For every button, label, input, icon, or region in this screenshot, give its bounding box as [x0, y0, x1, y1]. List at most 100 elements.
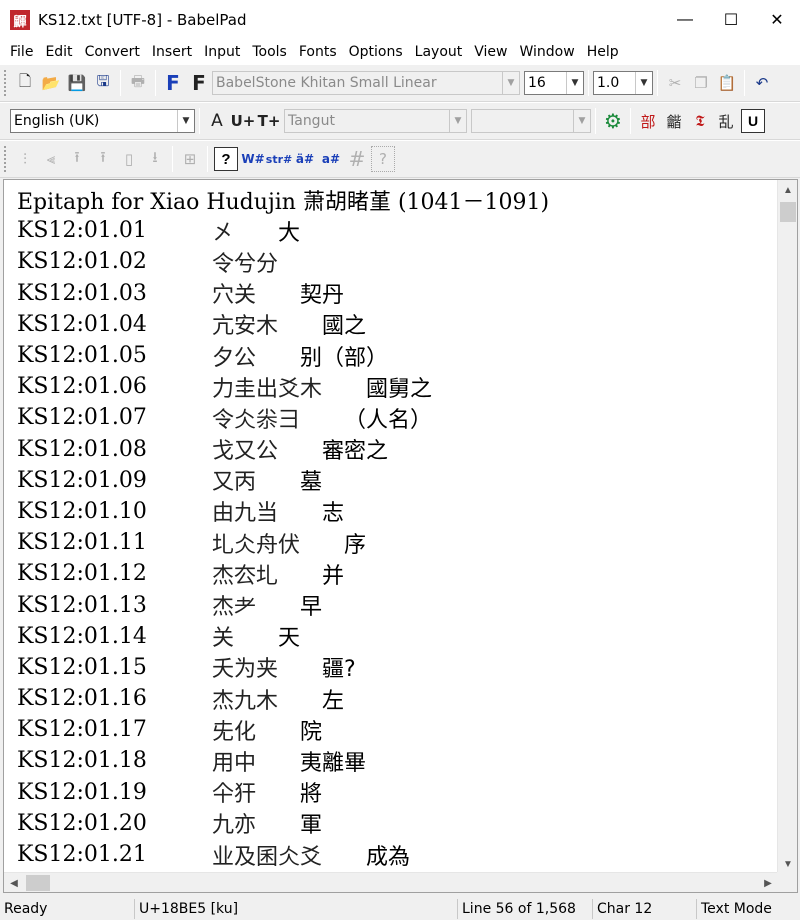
menu-layout[interactable]: Layout [409, 44, 469, 60]
chevron-down-icon[interactable]: ▼ [502, 72, 519, 94]
han-gloss: 天 [278, 626, 301, 652]
line-code: KS12:01.10 [17, 498, 147, 524]
toolbar-grip[interactable] [4, 70, 9, 96]
scroll-thumb[interactable] [26, 875, 50, 891]
cjk-lookup-button[interactable]: 龤 [662, 108, 686, 134]
menu-edit[interactable]: Edit [39, 44, 78, 60]
help-query-button[interactable]: ? [214, 147, 238, 171]
horizontal-scrollbar[interactable]: ◀ ▶ [4, 872, 778, 892]
new-file-icon[interactable]: 🗋 [13, 70, 37, 96]
editor-text-area[interactable]: Epitaph for Xiao Hudujin 萧胡睹堇 (1041－1091… [4, 180, 778, 874]
menu-fonts[interactable]: Fonts [293, 44, 343, 60]
menu-convert[interactable]: Convert [79, 44, 146, 60]
khitan-text: 令兮分 [212, 251, 279, 277]
variant-lookup-button[interactable]: 乱 [714, 108, 738, 134]
layout-tool-5-icon[interactable]: ▯ [117, 146, 141, 172]
number-count-button[interactable]: # [345, 146, 369, 172]
layout-tool-2-icon[interactable]: ⫷ [39, 146, 63, 172]
font-name-combo[interactable]: BabelStone Khitan Small Linear ▼ [212, 71, 520, 95]
copy-icon[interactable]: ❐ [689, 70, 713, 96]
menu-help[interactable]: Help [581, 44, 625, 60]
text-editor[interactable]: Epitaph for Xiao Hudujin 萧胡睹堇 (1041－1091… [3, 179, 798, 893]
menu-file[interactable]: File [4, 44, 39, 60]
font-a-button[interactable]: A [205, 108, 229, 134]
editor-line: KS12:01.04 亢安木 國之 [17, 309, 778, 340]
han-gloss: 志 [322, 501, 345, 527]
khitan-text: 令仌尜彐 [212, 407, 301, 433]
editor-line: KS12:01.21 业及囷仌爻 成為 [17, 839, 778, 870]
letter-count-button[interactable]: a# [319, 146, 343, 172]
scroll-down-icon[interactable]: ▼ [778, 854, 797, 874]
layout-tool-4-icon[interactable]: ⭱ [91, 146, 115, 172]
menu-insert[interactable]: Insert [146, 44, 198, 60]
title-bar[interactable]: 鼲 KS12.txt [UTF-8] - BabelPad — ☐ ✕ [0, 0, 800, 40]
separator [120, 70, 121, 96]
font-size-combo[interactable]: 16 ▼ [524, 71, 584, 95]
han-gloss: 墓 [300, 470, 323, 496]
scroll-up-icon[interactable]: ▲ [778, 180, 797, 200]
line-code: KS12:01.14 [17, 623, 147, 649]
unicode-lookup-button[interactable]: U [741, 109, 765, 133]
khitan-text: 夭为夹 [212, 657, 279, 683]
line-code: KS12:01.11 [17, 530, 147, 556]
editor-line: KS12:01.18 用中 夷離畢 [17, 745, 778, 776]
khitan-text: 圠仌舟伏 [212, 532, 301, 558]
string-count-button[interactable]: str# [266, 146, 292, 172]
language-combo[interactable]: English (UK) ▼ [10, 109, 195, 133]
layout-tool-6-icon[interactable]: ⭳ [143, 146, 167, 172]
layout-tool-1-icon[interactable]: ⫶ [13, 146, 37, 172]
close-button[interactable]: ✕ [754, 0, 800, 40]
font-select-icon[interactable]: F [161, 70, 185, 96]
editor-line: KS12:01.14 关 天 [17, 621, 778, 652]
menu-view[interactable]: View [468, 44, 513, 60]
editor-line: KS12:01.08 戈又公 審密之 [17, 434, 778, 465]
chevron-down-icon[interactable]: ▼ [566, 72, 583, 94]
line-spacing-value: 1.0 [597, 75, 620, 91]
tangut-lookup-button[interactable]: 𝕿 [688, 108, 712, 134]
menu-options[interactable]: Options [343, 44, 409, 60]
vertical-scrollbar[interactable]: ▲ ▼ [777, 180, 797, 874]
chevron-down-icon[interactable]: ▼ [573, 110, 590, 132]
unknown-count-button[interactable]: ? [371, 146, 395, 172]
line-code: KS12:01.03 [17, 280, 147, 306]
menu-tools[interactable]: Tools [246, 44, 293, 60]
paste-icon[interactable]: 📋 [715, 70, 739, 96]
line-code: KS12:01.21 [17, 842, 147, 868]
scroll-left-icon[interactable]: ◀ [4, 873, 24, 892]
chevron-down-icon[interactable]: ▼ [635, 72, 652, 94]
minimize-button[interactable]: — [662, 0, 708, 40]
chevron-down-icon[interactable]: ▼ [449, 110, 466, 132]
script2-combo[interactable]: ▼ [471, 109, 591, 133]
menu-window[interactable]: Window [513, 44, 580, 60]
maximize-button[interactable]: ☐ [708, 0, 754, 40]
scroll-thumb[interactable] [780, 202, 796, 222]
line-code: KS12:01.19 [17, 779, 147, 805]
script-combo[interactable]: Tangut ▼ [284, 109, 467, 133]
font-bold-icon[interactable]: F [187, 70, 211, 96]
open-folder-icon[interactable]: 📂 [39, 70, 63, 96]
layout-tool-7-icon[interactable]: ⊞ [178, 146, 202, 172]
print-icon[interactable]: 🖶 [126, 70, 150, 96]
undo-icon[interactable]: ↶ [750, 70, 774, 96]
save-icon[interactable]: 💾 [65, 70, 89, 96]
chevron-down-icon[interactable]: ▼ [177, 110, 194, 132]
status-bar: Ready U+18BE5 [ku] Line 56 of 1,568 Char… [0, 897, 800, 920]
menu-input[interactable]: Input [198, 44, 246, 60]
scroll-right-icon[interactable]: ▶ [758, 873, 778, 892]
line-spacing-combo[interactable]: 1.0 ▼ [593, 71, 653, 95]
toolbar-grip[interactable] [4, 146, 9, 172]
layout-tool-3-icon[interactable]: ⭱ [65, 146, 89, 172]
han-gloss: 契丹 [300, 283, 345, 309]
han-gloss: 序 [344, 532, 367, 558]
insert-unicode-button[interactable]: U+ [231, 108, 256, 134]
word-count-button[interactable]: W# [241, 146, 265, 172]
app-icon[interactable]: 鼲 [10, 10, 30, 30]
khitan-text: 㐅 [212, 220, 235, 246]
separator [630, 108, 631, 134]
insert-text-button[interactable]: T+ [257, 108, 281, 134]
cut-icon[interactable]: ✂ [663, 70, 687, 96]
save-all-icon[interactable]: 🖫 [91, 70, 115, 96]
char-count-button[interactable]: ä# [293, 146, 317, 172]
settings-gear-icon[interactable]: ⚙ [601, 108, 625, 134]
radical-lookup-button[interactable]: 部 [636, 108, 660, 134]
